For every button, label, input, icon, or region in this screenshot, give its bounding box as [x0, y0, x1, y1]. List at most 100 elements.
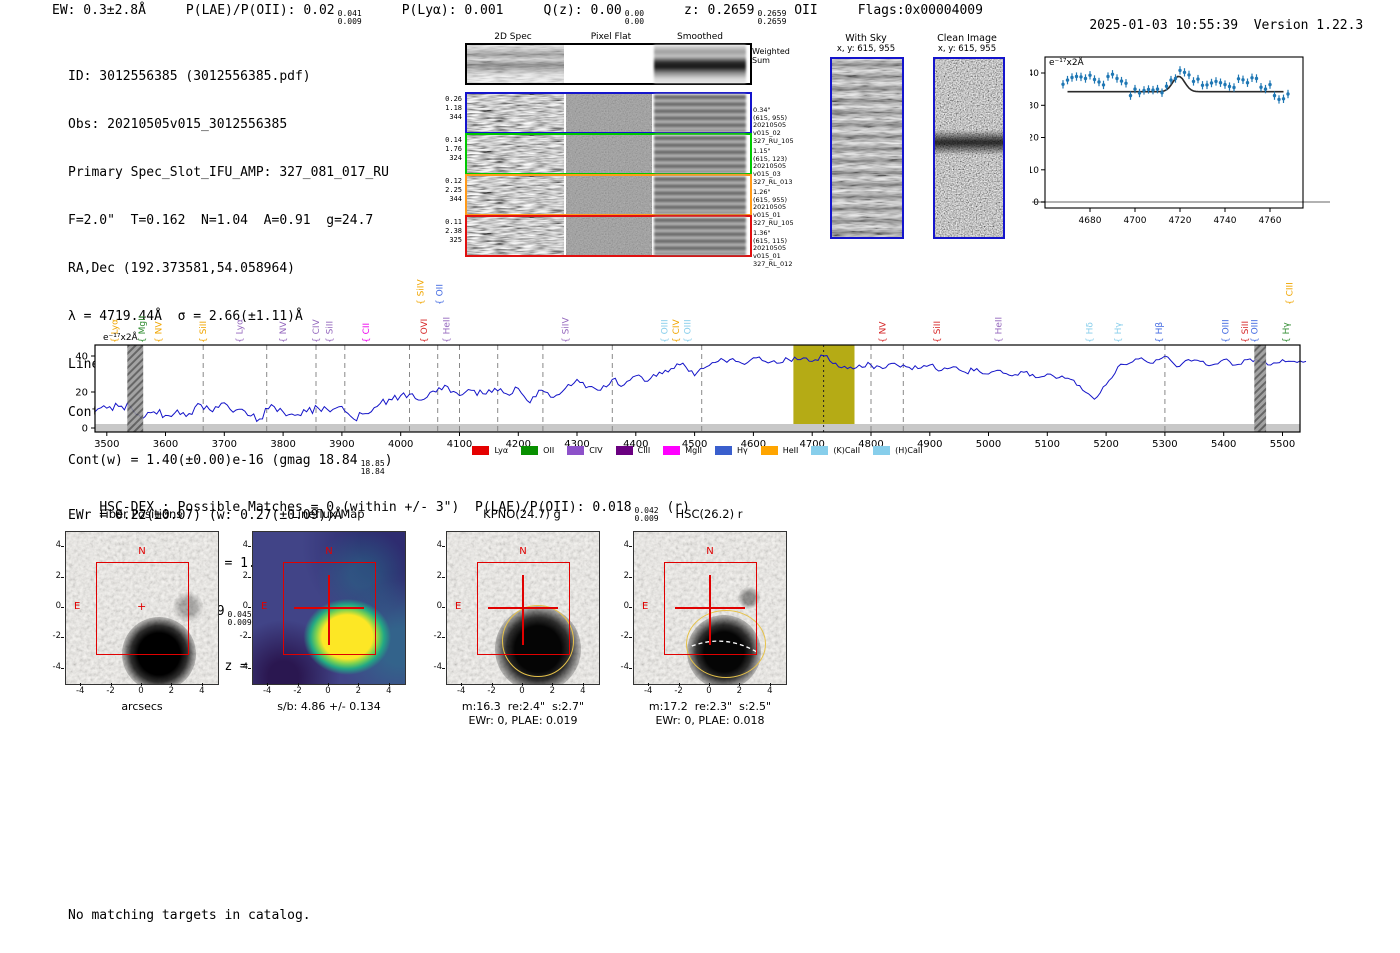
y-tick-mark: [442, 637, 445, 639]
fiber-pixelflat-image: [566, 217, 652, 255]
x-tick-mark: [171, 683, 173, 686]
fiber-row-weights: 0.12 2.25 344: [445, 177, 462, 203]
col-title-2dspec: 2D Spec: [494, 32, 532, 42]
crosshair-vertical: [709, 575, 711, 645]
legend-swatch: [873, 446, 891, 455]
x-tick-label: 0: [138, 686, 144, 696]
y-tick-label: -2: [239, 631, 248, 642]
svg-text:{ OIII: { OIII: [661, 319, 671, 343]
x-tick-mark: [80, 683, 82, 686]
plae-poii-value: P(LAE)/P(OII): 0.02 0.041 0.009: [185, 3, 362, 26]
legend-swatch: [521, 446, 539, 455]
crosshair-horizontal: [675, 607, 745, 609]
x-tick-mark: [739, 683, 741, 686]
y-tick-label: 2: [623, 570, 629, 581]
weighted-smoothed-image: [654, 45, 746, 83]
center-marker: +: [137, 600, 147, 613]
svg-text:4720: 4720: [1169, 216, 1192, 226]
x-tick-label: -2: [674, 686, 683, 696]
x-tick-label: 4: [199, 686, 205, 696]
svg-text:10: 10: [1030, 166, 1039, 176]
ew-value: EW: 0.3±2.8Å: [52, 3, 146, 18]
main-spectrum-chart: 3500 3600 3700 3800 3900 4000 4100 4200 4300 4400…: [75, 279, 1307, 450]
compass-north-label: N: [706, 546, 714, 557]
legend-label: HeII: [782, 446, 799, 455]
x-tick-label: 2: [736, 686, 743, 696]
legend-label: OII: [543, 446, 555, 455]
x-tick-label: -4: [456, 686, 466, 696]
fiber-smoothed-image: [654, 176, 746, 214]
panel-caption: m:17.2 re:2.3" s:2.5": [648, 700, 772, 713]
legend-label: (H)CaII: [895, 446, 923, 455]
plya-value: P(Lyα): 0.001: [401, 3, 504, 18]
fiber-spec-row: [465, 174, 752, 216]
weighted-sum-label: Weighted Sum: [752, 47, 790, 65]
svg-text:{ NV: { NV: [879, 321, 889, 343]
x-tick-label: 2: [355, 686, 362, 696]
x-tick-label: 0: [325, 686, 331, 696]
x-tick-mark: [297, 683, 299, 686]
crosshair-horizontal: [488, 607, 558, 609]
inset-spectrum-chart: 4680 4700 4720 4740 4760 0 10 20 30 40: [1030, 56, 1330, 226]
legend-item: (K)CaII: [811, 446, 860, 455]
x-tick-label: 4: [386, 686, 392, 696]
info-seeing: F=2.0" T=0.162 N=1.04 A=0.91 g=24.7: [68, 213, 374, 228]
fiber-2dspec-image: [467, 176, 564, 214]
clean-emission-band: [935, 130, 1003, 156]
withsky-title: With Sky: [845, 33, 887, 44]
hsc-plot-area: N E: [633, 531, 787, 685]
legend-label: (K)CaII: [833, 446, 861, 455]
legend-item: MgII: [663, 446, 702, 455]
x-tick-mark: [582, 683, 584, 686]
svg-text:{ HeII: { HeII: [443, 317, 453, 343]
svg-text:{ SiIV: { SiIV: [417, 279, 427, 305]
compass-north-label: N: [325, 546, 333, 557]
svg-text:{ HeII: { HeII: [995, 317, 1005, 343]
y-tick-label: 4: [623, 540, 629, 551]
legend-label: Hγ: [736, 446, 748, 455]
svg-text:{ Lyα: { Lyα: [236, 319, 246, 343]
compass-east-label: E: [642, 601, 649, 612]
header-bar: EW: 0.3±2.8Å P(LAE)/P(OII): 0.02 0.041 0.0…: [52, 3, 983, 26]
legend-item: HeII: [760, 446, 799, 455]
weighted-2dspec-image: [467, 45, 564, 83]
x-tick-mark: [678, 683, 680, 686]
fiber-spec-row: [465, 215, 752, 257]
x-tick-mark: [552, 683, 554, 686]
x-tick-mark: [491, 683, 493, 686]
flags-value: Flags:0x00004009: [857, 3, 983, 18]
svg-text:{ SiII: { SiII: [199, 321, 209, 343]
y-tick-mark: [61, 546, 64, 548]
compass-north-label: N: [138, 546, 146, 557]
svg-text:4700: 4700: [1124, 216, 1147, 226]
x-tick-mark: [201, 683, 203, 686]
x-tick-label: 4: [580, 686, 586, 696]
x-tick-label: -2: [487, 686, 496, 696]
x-tick-label: -2: [106, 686, 115, 696]
fiber-row-weights: 0.26 1.18 344: [445, 95, 462, 121]
fiber-spec-row: [465, 92, 752, 134]
spectrum-legend: Lyα OII CIV CIII MgII Hγ HeII (K)CaII (H)CaII: [95, 446, 1300, 455]
x-tick-mark: [648, 683, 650, 686]
y-tick-label: 0: [55, 601, 61, 611]
svg-text:{ OIII: { OIII: [684, 319, 694, 343]
col-title-smoothed: Smoothed: [677, 32, 723, 42]
legend-swatch: [663, 446, 681, 455]
fiber-pixelflat-image: [566, 94, 652, 132]
x-tick-label: -4: [75, 686, 85, 696]
x-tick-label: 2: [168, 686, 175, 696]
x-tick-mark: [110, 683, 112, 686]
y-tick-mark: [442, 607, 445, 608]
svg-text:0: 0: [1033, 198, 1039, 208]
svg-text:{ SiII: { SiII: [933, 321, 943, 343]
fiber-2dspec-image: [467, 217, 564, 255]
x-tick-mark: [141, 683, 142, 686]
y-tick-mark: [61, 607, 64, 608]
svg-text:{ OII: { OII: [436, 284, 446, 305]
x-tick-label: 0: [519, 686, 525, 696]
panel-title: Fiber Positions: [99, 507, 183, 521]
legend-item: Hγ: [714, 446, 748, 455]
legend-item: CIII: [615, 446, 650, 455]
header-datetime: 2025-01-03 10:55:39 Version 1.22.3: [1058, 3, 1363, 48]
y-tick-mark: [629, 576, 632, 578]
